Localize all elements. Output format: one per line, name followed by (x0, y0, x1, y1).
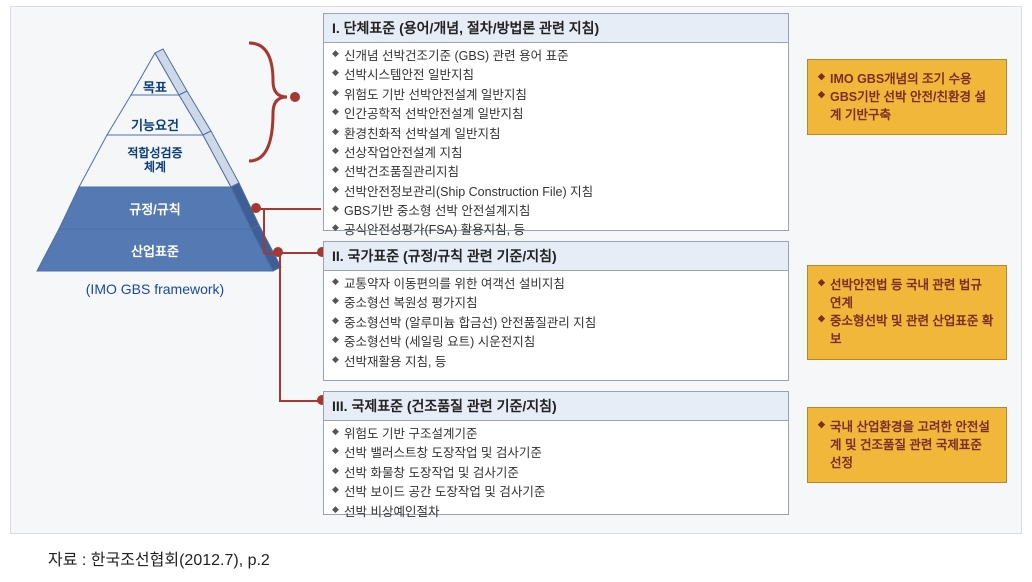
section-3-header: III. 국제표준 (건조품질 관련 기준/지침) (324, 392, 788, 421)
list-item: 중소형선박 (세일링 요트) 시운전지침 (332, 333, 780, 352)
connector-dot-3a (273, 247, 283, 257)
section-3-list: 위험도 기반 구조설계기준 선박 밸러스트창 도장작업 및 검사기준 선박 화물… (332, 425, 780, 522)
list-item: 신개념 선박건조기준 (GBS) 관련 용어 표준 (332, 47, 780, 66)
connector-line-2 (257, 208, 321, 210)
list-item: 선박 보이드 공간 도장작업 및 검사기준 (332, 483, 780, 502)
note-1: IMO GBS개념의 조기 수용 GBS기반 선박 안전/친환경 설계 기반구축 (807, 59, 1007, 135)
list-item: 중소형선박 (알루미늄 합금선) 안전품질관리 지침 (332, 314, 780, 333)
pyramid-caption: (IMO GBS framework) (25, 281, 285, 297)
list-item: 선박 밸러스트창 도장작업 및 검사기준 (332, 444, 780, 463)
note-2-list: 선박안전법 등 국내 관련 법규 연계 중소형선박 및 관련 산업표준 확보 (818, 276, 996, 349)
pyramid-level-4: 규정/규칙 (90, 199, 220, 218)
diagram-canvas: 목표 기능요건 적합성검증 체계 규정/규칙 산업표준 (IMO GBS fra… (0, 0, 1032, 582)
section-2: II. 국가표준 (규정/규칙 관련 기준/지침) 교통약자 이동편의를 위한 … (323, 241, 789, 381)
section-3-body: 위험도 기반 구조설계기준 선박 밸러스트창 도장작업 및 검사기준 선박 화물… (324, 421, 788, 528)
note-3: 국내 산업환경을 고려한 안전설계 및 건조품질 관련 국제표준 선정 (807, 407, 1007, 483)
list-item: 인간공학적 선박안전설계 일반지침 (332, 105, 780, 124)
section-2-header: II. 국가표준 (규정/규칙 관련 기준/지침) (324, 242, 788, 271)
list-item: IMO GBS개념의 조기 수용 (818, 70, 996, 88)
list-item: 중소형선 복원성 평가지침 (332, 294, 780, 313)
list-item: 선박시스템안전 일반지침 (332, 66, 780, 85)
list-item: 선박 화물창 도장작업 및 검사기준 (332, 464, 780, 483)
list-item: 선박 비상예인절차 (332, 503, 780, 522)
list-item: 공식안전성평가(FSA) 활용지침, 등 (332, 221, 780, 240)
section-1-header: I. 단체표준 (용어/개념, 절차/방법론 관련 지침) (324, 14, 788, 43)
note-1-list: IMO GBS개념의 조기 수용 GBS기반 선박 안전/친환경 설계 기반구축 (818, 70, 996, 124)
pyramid-level-3: 적합성검증 체계 (100, 147, 210, 175)
connector-line-3h (279, 400, 321, 402)
pyramid-level-1: 목표 (125, 77, 185, 96)
list-item: 선박재활용 지침, 등 (332, 353, 780, 372)
list-item: 교통약자 이동편의를 위한 여객선 설비지침 (332, 275, 780, 294)
pyramid-level-2: 기능요건 (110, 115, 200, 134)
section-1-body: 신개념 선박건조기준 (GBS) 관련 용어 표준 선박시스템안전 일반지침 위… (324, 43, 788, 247)
connector-line-2h (263, 252, 321, 254)
section-1-list: 신개념 선박건조기준 (GBS) 관련 용어 표준 선박시스템안전 일반지침 위… (332, 47, 780, 241)
connector-dot-2a (251, 203, 261, 213)
note-2: 선박안전법 등 국내 관련 법규 연계 중소형선박 및 관련 산업표준 확보 (807, 265, 1007, 360)
note-3-list: 국내 산업환경을 고려한 안전설계 및 건조품질 관련 국제표준 선정 (818, 418, 996, 472)
section-3: III. 국제표준 (건조품질 관련 기준/지침) 위험도 기반 구조설계기준 … (323, 391, 789, 515)
list-item: 선박안전법 등 국내 관련 법규 연계 (818, 276, 996, 312)
source-citation: 자료 : 한국조선협회(2012.7), p.2 (48, 546, 270, 570)
brace-connector (229, 37, 309, 167)
diagram-background: 목표 기능요건 적합성검증 체계 규정/규칙 산업표준 (IMO GBS fra… (10, 6, 1022, 534)
section-2-list: 교통약자 이동편의를 위한 여객선 설비지침 중소형선 복원성 평가지침 중소형… (332, 275, 780, 372)
list-item: 선박건조품질관리지침 (332, 163, 780, 182)
section-2-body: 교통약자 이동편의를 위한 여객선 설비지침 중소형선 복원성 평가지침 중소형… (324, 271, 788, 378)
connector-line-2v (263, 208, 265, 252)
list-item: 국내 산업환경을 고려한 안전설계 및 건조품질 관련 국제표준 선정 (818, 418, 996, 472)
list-item: 선박안전정보관리(Ship Construction File) 지침 (332, 183, 780, 202)
list-item: 환경친화적 선박설계 일반지침 (332, 125, 780, 144)
list-item: 위험도 기반 구조설계기준 (332, 425, 780, 444)
list-item: GBS기반 중소형 선박 안전설계지침 (332, 202, 780, 221)
list-item: 중소형선박 및 관련 산업표준 확보 (818, 312, 996, 348)
list-item: GBS기반 선박 안전/친환경 설계 기반구축 (818, 88, 996, 124)
list-item: 선상작업안전설계 지침 (332, 144, 780, 163)
pyramid-level-5: 산업표준 (75, 241, 235, 260)
list-item: 위험도 기반 선박안전설계 일반지침 (332, 86, 780, 105)
section-1: I. 단체표준 (용어/개념, 절차/방법론 관련 지침) 신개념 선박건조기준… (323, 13, 789, 231)
connector-line-3v (279, 252, 281, 400)
